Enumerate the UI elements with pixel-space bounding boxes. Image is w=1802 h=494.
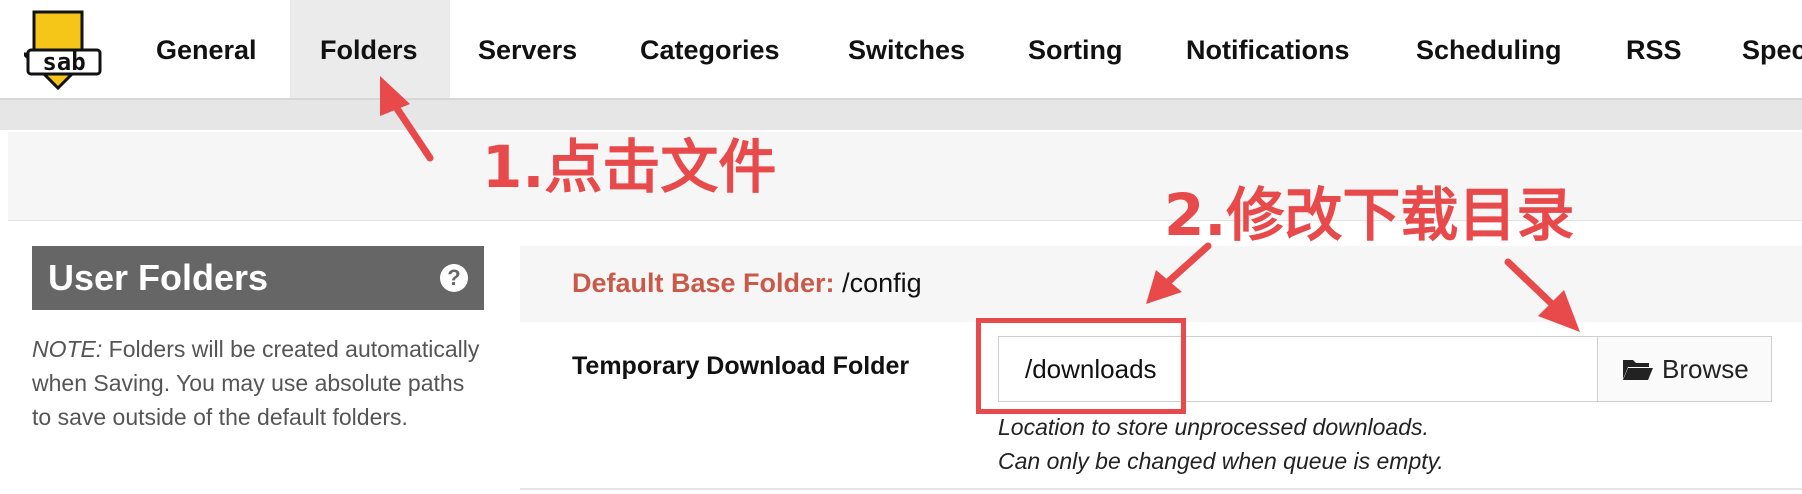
row-divider <box>520 488 1802 490</box>
help-line-2: Can only be changed when queue is empty. <box>998 448 1444 474</box>
nav-tab-rss[interactable]: RSS <box>1596 0 1712 98</box>
temp-download-folder-label: Temporary Download Folder <box>572 352 910 380</box>
default-base-folder: Default Base Folder: /config <box>572 268 922 299</box>
section-title: User Folders <box>48 257 269 298</box>
temp-folder-help: Location to store unprocessed downloads.… <box>998 410 1444 478</box>
annotation-highlight-box <box>976 318 1186 414</box>
nav-tab-switches[interactable]: Switches <box>818 0 995 98</box>
browse-button[interactable]: Browse <box>1597 337 1771 401</box>
nav-tab-notifications[interactable]: Notifications <box>1156 0 1380 98</box>
browse-label: Browse <box>1662 354 1749 384</box>
nav-tab-servers[interactable]: Servers <box>448 0 607 98</box>
nav-tab-sorting[interactable]: Sorting <box>998 0 1153 98</box>
annotation-step1: 1.点击文件 <box>482 133 777 201</box>
annotation-step2: 2.修改下载目录 <box>1164 181 1575 249</box>
sabnzbd-logo[interactable]: sab <box>20 10 108 91</box>
nav-tab-scheduling[interactable]: Scheduling <box>1386 0 1592 98</box>
base-folder-label: Default Base Folder: <box>572 268 835 298</box>
page-background-band <box>0 100 1802 130</box>
help-line-1: Location to store unprocessed downloads. <box>998 414 1429 440</box>
note-prefix: NOTE: <box>32 336 103 362</box>
question-circle-icon[interactable]: ? <box>440 264 468 292</box>
nav-tab-special[interactable]: Spec <box>1712 0 1802 98</box>
top-navigation: sab General Folders Servers Categories S… <box>0 0 1802 100</box>
folder-open-icon <box>1623 360 1653 380</box>
nav-tab-general[interactable]: General <box>126 0 287 98</box>
logo-text: sab <box>42 48 85 76</box>
user-folders-header: User Folders ? <box>32 246 484 310</box>
nav-tab-folders[interactable]: Folders <box>290 0 450 98</box>
folders-note: NOTE: Folders will be created automatica… <box>32 332 482 434</box>
nav-tab-categories[interactable]: Categories <box>610 0 810 98</box>
base-folder-value: /config <box>834 268 922 298</box>
